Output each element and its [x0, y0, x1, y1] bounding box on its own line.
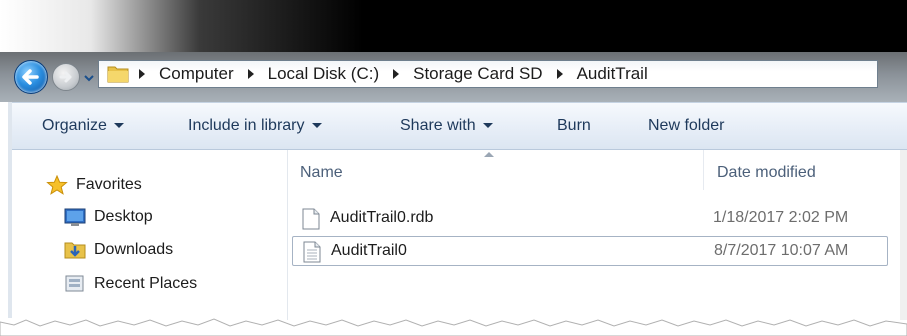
window-title-bar: [0, 0, 907, 52]
sort-ascending-icon: [484, 152, 494, 157]
chevron-down-icon: [113, 123, 124, 129]
navigation-pane: Favorites Desktop Downloads Recent Place…: [12, 150, 288, 320]
downloads-folder-icon: [64, 240, 86, 260]
column-header-date-modified[interactable]: Date modified: [705, 150, 885, 190]
file-name: AuditTrail0.rdb: [330, 209, 434, 226]
folder-icon: [107, 66, 129, 83]
back-button[interactable]: [14, 60, 48, 94]
organize-label: Organize: [42, 117, 107, 134]
burn-button[interactable]: Burn: [557, 117, 591, 135]
column-header-date-label: Date modified: [717, 164, 816, 181]
breadcrumb: Computer Local Disk (C:) Storage Card SD…: [135, 61, 650, 87]
file-date-modified: 8/7/2017 10:07 AM: [714, 242, 849, 259]
chevron-down-icon: [311, 123, 322, 129]
share-with-button[interactable]: Share with: [400, 117, 493, 135]
address-bar[interactable]: Computer Local Disk (C:) Storage Card SD…: [98, 60, 878, 88]
file-list: Name Date modified AuditTrail0.rdb 1/18/…: [288, 150, 907, 320]
file-icon: [302, 208, 320, 230]
sidebar-item-label: Recent Places: [94, 275, 198, 292]
breadcrumb-computer[interactable]: Computer: [157, 64, 236, 84]
share-with-label: Share with: [400, 117, 476, 134]
breadcrumb-separator-icon[interactable]: [247, 69, 254, 79]
breadcrumb-storage-card[interactable]: Storage Card SD: [411, 64, 544, 84]
text-file-icon: [303, 241, 321, 263]
sidebar-item-label: Desktop: [94, 208, 153, 225]
breadcrumb-local-disk[interactable]: Local Disk (C:): [266, 64, 381, 84]
table-row[interactable]: AuditTrail0 8/7/2017 10:07 AM: [292, 236, 888, 266]
sidebar-item-label: Favorites: [76, 176, 142, 193]
file-name: AuditTrail0: [331, 242, 407, 259]
forward-arrow-icon: [59, 71, 72, 83]
file-date-modified: 1/18/2017 2:02 PM: [713, 209, 849, 226]
breadcrumb-separator-icon[interactable]: [139, 69, 145, 79]
back-arrow-icon: [22, 69, 39, 85]
sidebar-item-favorites[interactable]: Favorites: [46, 172, 142, 198]
sidebar-item-recent-places[interactable]: Recent Places: [64, 271, 197, 297]
command-toolbar: Organize Include in library Share with B…: [12, 102, 907, 150]
star-icon: [46, 174, 68, 195]
sidebar-item-downloads[interactable]: Downloads: [64, 237, 173, 263]
chevron-down-icon: [84, 75, 94, 82]
new-folder-button[interactable]: New folder: [648, 117, 724, 135]
column-header-name[interactable]: Name: [288, 150, 704, 190]
breadcrumb-audittrail[interactable]: AuditTrail: [575, 64, 650, 84]
chevron-down-icon: [482, 123, 493, 129]
table-row[interactable]: AuditTrail0.rdb 1/18/2017 2:02 PM: [292, 204, 888, 234]
recent-pages-dropdown[interactable]: [84, 70, 94, 82]
forward-button[interactable]: [52, 63, 80, 91]
sidebar-item-label: Downloads: [94, 241, 174, 258]
breadcrumb-separator-icon[interactable]: [393, 69, 400, 79]
breadcrumb-separator-icon[interactable]: [556, 69, 563, 79]
desktop-icon: [64, 207, 86, 227]
include-in-library-label: Include in library: [188, 117, 305, 134]
include-in-library-button[interactable]: Include in library: [188, 117, 322, 135]
vertical-scrollbar[interactable]: [900, 150, 907, 320]
torn-edge-decoration: [0, 318, 907, 336]
organize-button[interactable]: Organize: [42, 117, 124, 135]
sidebar-item-desktop[interactable]: Desktop: [64, 204, 153, 230]
column-header-name-label: Name: [300, 164, 343, 181]
recent-places-icon: [64, 274, 86, 294]
